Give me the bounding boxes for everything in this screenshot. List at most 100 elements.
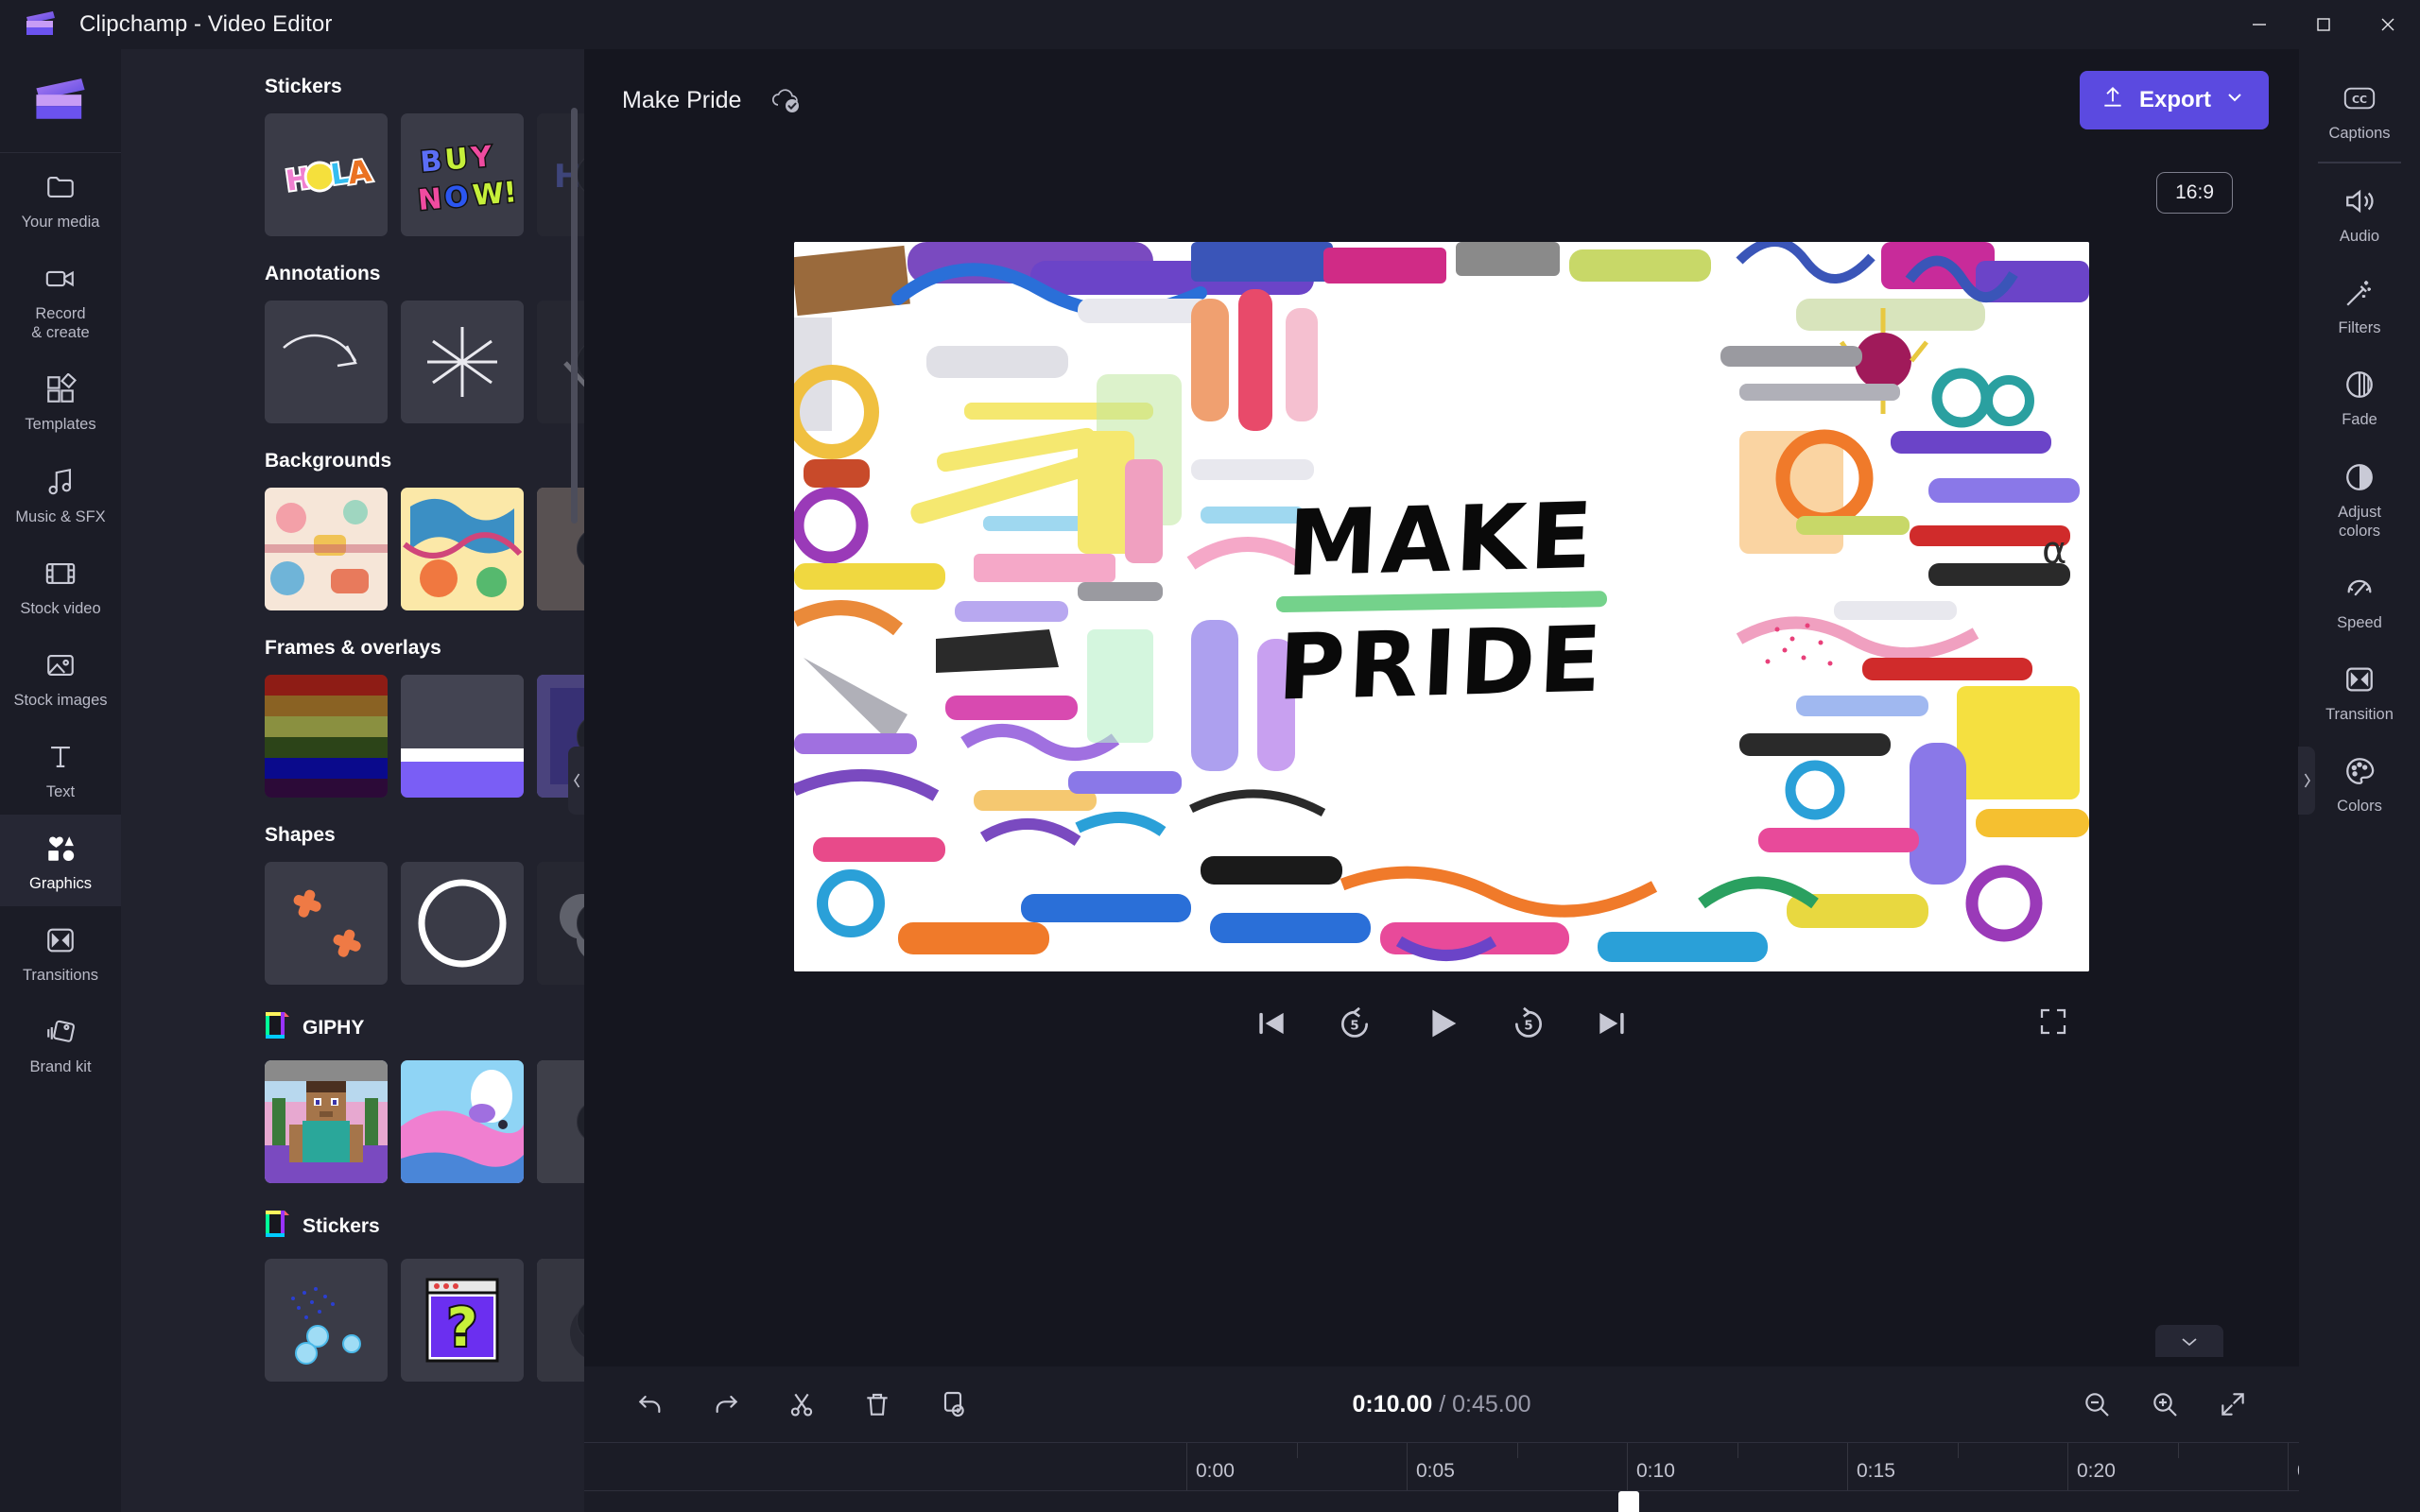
video-preview[interactable]: α MAKE PRIDE <box>794 242 2089 971</box>
close-button[interactable] <box>2356 0 2420 49</box>
sidebar-item-brand-kit[interactable]: Brand kit <box>0 998 121 1090</box>
rewind-5-icon[interactable]: 5 <box>1337 1005 1373 1041</box>
fit-to-screen-button[interactable] <box>2208 1380 2257 1429</box>
sidebar-item-text[interactable]: Text <box>0 723 121 815</box>
tool-audio[interactable]: Audio <box>2299 167 2420 259</box>
giphy-more-button[interactable] <box>537 1060 584 1183</box>
sidebar-item-graphics[interactable]: Graphics <box>0 815 121 906</box>
minimize-button[interactable] <box>2227 0 2291 49</box>
tool-label: Audio <box>2340 227 2379 246</box>
panel-scrollbar[interactable] <box>571 108 578 524</box>
timeline: 0:10.00 / 0:45.00 <box>584 1366 2299 1512</box>
graphics-panel-scroll: Stickers H L A <box>121 49 569 1512</box>
timeline-toolbar: 0:10.00 / 0:45.00 <box>584 1366 2299 1442</box>
clapperboard-icon <box>25 11 57 38</box>
sidebar-label: Stock images <box>13 691 107 710</box>
left-navigation-rail: Your media Record& create Templates Musi… <box>0 49 121 1512</box>
section-title-backgrounds: Backgrounds <box>265 450 569 472</box>
tool-fade[interactable]: Fade <box>2299 351 2420 442</box>
chevron-right-icon <box>577 1298 584 1342</box>
tool-captions[interactable]: CC Captions <box>2299 64 2420 156</box>
sidebar-item-record-create[interactable]: Record& create <box>0 245 121 355</box>
duplicate-button[interactable] <box>928 1380 977 1429</box>
playback-controls: 5 5 <box>794 1002 2089 1045</box>
playhead[interactable] <box>1627 1491 1631 1512</box>
frame-thumb-pride-flag[interactable] <box>265 675 388 798</box>
annotation-thumb-arrow[interactable] <box>265 301 388 423</box>
preview-stage: 16:9 <box>584 151 2299 1366</box>
project-title[interactable]: Make Pride <box>622 87 741 114</box>
sticker-thumb-hola[interactable]: H L A <box>265 113 388 236</box>
templates-icon <box>44 372 77 406</box>
giphy-stickers-grid: ? <box>265 1259 569 1382</box>
background-thumb-1[interactable] <box>265 488 388 610</box>
timeline-collapse-button[interactable] <box>2155 1325 2223 1357</box>
current-time: 0:10.00 <box>1352 1391 1432 1418</box>
giphy-thumb-minecraft[interactable] <box>265 1060 388 1183</box>
section-title-stickers: Stickers <box>265 76 569 98</box>
undo-button[interactable] <box>626 1380 675 1429</box>
maximize-button[interactable] <box>2291 0 2356 49</box>
skip-next-icon[interactable] <box>1594 1005 1630 1041</box>
tool-label: Transition <box>2325 705 2394 724</box>
sidebar-item-templates[interactable]: Templates <box>0 355 121 447</box>
play-icon[interactable] <box>1420 1002 1463 1045</box>
tool-label: Filters <box>2339 318 2381 337</box>
shape-thumb-circle[interactable] <box>401 862 524 985</box>
timeline-ruler[interactable]: 0:00 0:05 0:10 0:15 0:20 0:25 0:30 0:35 <box>584 1442 2299 1491</box>
sidebar-item-stock-images[interactable]: Stock images <box>0 631 121 723</box>
giphy-stickers-label: Stickers <box>302 1215 380 1238</box>
tool-label: Speed <box>2337 613 2382 632</box>
skip-previous-icon[interactable] <box>1253 1005 1289 1041</box>
right-panel-collapse-button[interactable] <box>2298 747 2315 815</box>
annotation-thumb-asterisk[interactable] <box>401 301 524 423</box>
time-separator: / <box>1432 1391 1452 1418</box>
sidebar-item-music-sfx[interactable]: Music & SFX <box>0 448 121 540</box>
giphy-sticker-thumb-bubbles[interactable] <box>265 1259 388 1382</box>
giphy-sticker-thumb-question[interactable]: ? <box>401 1259 524 1382</box>
magic-wand-icon <box>2343 276 2376 310</box>
tool-transition[interactable]: Transition <box>2299 645 2420 737</box>
chevron-right-icon <box>577 527 584 571</box>
svg-text:N: N <box>417 182 443 217</box>
svg-text:B: B <box>419 145 443 180</box>
fade-icon <box>2343 368 2376 402</box>
section-title-frames-overlays: Frames & overlays <box>265 637 569 660</box>
split-button[interactable] <box>777 1380 826 1429</box>
panel-collapse-button[interactable] <box>568 747 584 815</box>
chevron-right-icon <box>577 1100 584 1143</box>
frame-thumb-bar[interactable] <box>401 675 524 798</box>
giphy-stickers-more-button[interactable] <box>537 1259 584 1382</box>
fullscreen-icon[interactable] <box>2038 1006 2068 1041</box>
tool-colors[interactable]: Colors <box>2299 737 2420 829</box>
right-properties-rail: CC Captions Audio Filters <box>2299 49 2420 1512</box>
sticker-thumb-buy-now[interactable]: B U Y N O W! <box>401 113 524 236</box>
music-note-icon <box>44 465 77 499</box>
shapes-more-button[interactable] <box>537 862 584 985</box>
timeline-tracks: MAKEPRIDE MAKEPRIDE MAKEPRIDE MAKEPRIDE … <box>584 1491 2299 1512</box>
tool-speed[interactable]: Speed <box>2299 554 2420 645</box>
zoom-out-button[interactable] <box>2072 1380 2121 1429</box>
sidebar-item-your-media[interactable]: Your media <box>0 153 121 245</box>
tool-adjust-colors[interactable]: Adjustcolors <box>2299 443 2420 554</box>
cloud-saved-icon <box>769 86 804 114</box>
giphy-thumb-character[interactable] <box>401 1060 524 1183</box>
tool-label: Captions <box>2328 124 2390 143</box>
aspect-ratio-badge[interactable]: 16:9 <box>2156 172 2233 214</box>
svg-text:Y: Y <box>469 140 494 175</box>
background-thumb-2[interactable] <box>401 488 524 610</box>
sidebar-item-stock-video[interactable]: Stock video <box>0 540 121 631</box>
forward-5-icon[interactable]: 5 <box>1511 1005 1547 1041</box>
transition-icon <box>2343 662 2376 696</box>
main-area: Make Pride Export <box>584 49 2299 1512</box>
tool-filters[interactable]: Filters <box>2299 259 2420 351</box>
speaker-icon <box>2343 184 2376 218</box>
delete-button[interactable] <box>853 1380 902 1429</box>
shape-thumb-crosses[interactable] <box>265 862 388 985</box>
zoom-in-button[interactable] <box>2140 1380 2189 1429</box>
redo-button[interactable] <box>701 1380 751 1429</box>
sidebar-item-transitions[interactable]: Transitions <box>0 906 121 998</box>
svg-text:CC: CC <box>2352 94 2367 106</box>
export-button[interactable]: Export <box>2080 71 2269 129</box>
svg-text:U: U <box>443 142 469 177</box>
